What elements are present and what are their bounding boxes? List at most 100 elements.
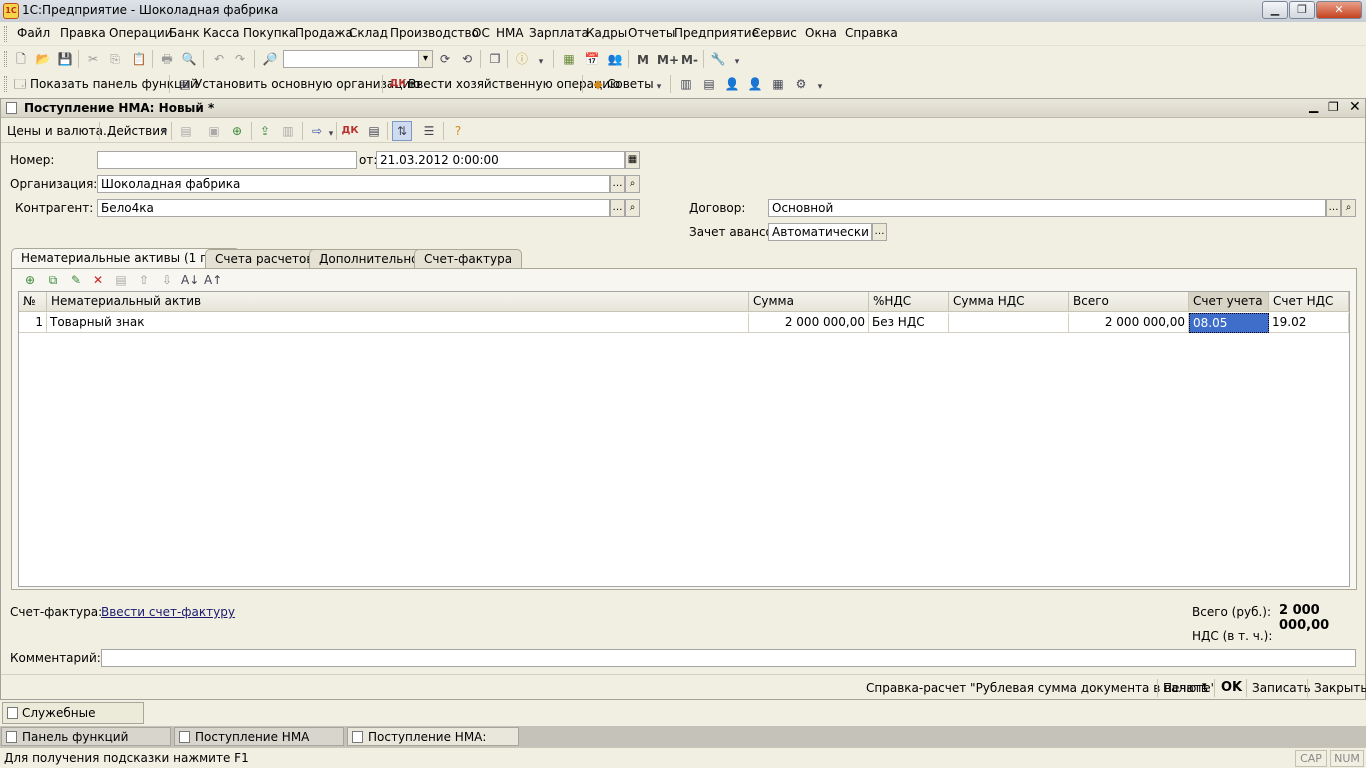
menu-grip[interactable] xyxy=(4,26,7,42)
col-total[interactable]: Всего xyxy=(1069,292,1189,312)
info-icon[interactable]: ⓘ xyxy=(513,50,531,68)
menu-hr[interactable]: Кадры xyxy=(586,26,627,40)
ok-button[interactable]: OK xyxy=(1221,680,1242,695)
save-button[interactable]: Записать xyxy=(1252,681,1311,695)
cell-vat-rate[interactable]: Без НДС xyxy=(869,313,949,333)
close-button[interactable]: Закрыть xyxy=(1314,681,1366,695)
delete-row-icon[interactable]: ✕ xyxy=(89,271,107,289)
contractors-icon[interactable]: 👤 xyxy=(746,75,764,93)
post-document-icon[interactable]: ▤ xyxy=(177,122,195,140)
minimize-window-button[interactable]: ▁ xyxy=(1262,1,1288,19)
advance-offset-select-button[interactable]: … xyxy=(872,223,887,241)
memory-plus-button[interactable]: M+ xyxy=(657,53,679,67)
open-folder-icon[interactable]: 📂 xyxy=(34,50,52,68)
tab-invoice[interactable]: Счет-фактура xyxy=(414,249,523,268)
date-field[interactable]: 21.03.2012 0:00:00 xyxy=(376,151,625,169)
contractor-search-icon[interactable]: ⌕ xyxy=(625,199,640,217)
users-icon[interactable]: 👥 xyxy=(606,50,624,68)
calendar-picker-icon[interactable]: ▦ xyxy=(625,151,640,169)
copy-icon[interactable]: ⎘ xyxy=(106,50,124,68)
menu-fixed-assets[interactable]: ОС xyxy=(472,26,490,40)
col-sum[interactable]: Сумма xyxy=(749,292,869,312)
menu-sales[interactable]: Продажа xyxy=(295,26,353,40)
calculator-icon[interactable]: ▦ xyxy=(560,50,578,68)
col-vat-sum[interactable]: Сумма НДС xyxy=(949,292,1069,312)
unpost-icon[interactable]: ▣ xyxy=(205,122,223,140)
settings-report-icon[interactable]: ⚙ xyxy=(792,75,810,93)
menu-salary[interactable]: Зарплата xyxy=(529,26,589,40)
balance-sheet-icon[interactable]: ▦ xyxy=(769,75,787,93)
cut-icon[interactable]: ✂ xyxy=(84,50,102,68)
employees-icon[interactable]: 👤 xyxy=(723,75,741,93)
task-intangible-receipts-list[interactable]: Поступление НМА xyxy=(174,727,344,746)
close-window-button[interactable]: ✕ xyxy=(1316,1,1362,19)
menu-intangibles[interactable]: НМА xyxy=(496,26,524,40)
find-icon[interactable]: 🔎 xyxy=(261,50,279,68)
tools-icon[interactable]: 🔧 xyxy=(709,50,727,68)
menu-windows[interactable]: Окна xyxy=(805,26,837,40)
tips-button[interactable]: Советы xyxy=(607,77,654,91)
task-intangible-receipt-new[interactable]: Поступление НМА: Новый * xyxy=(347,727,519,762)
cell-vat-account[interactable]: 19.02 xyxy=(1269,313,1349,333)
menu-file[interactable]: Файл xyxy=(17,26,50,40)
cell-vat-sum[interactable] xyxy=(949,313,1069,333)
sort-descending-icon[interactable]: A↑ xyxy=(204,271,222,289)
dt-kt-postings-icon[interactable]: ДК xyxy=(341,122,359,140)
col-number[interactable]: № xyxy=(19,292,47,312)
go-to-dropdown-icon[interactable]: ▾ xyxy=(322,125,340,143)
enter-invoice-link[interactable]: Ввести счет-фактуру xyxy=(101,605,235,619)
contractor-select-button[interactable]: … xyxy=(610,199,625,217)
doc-restore-button[interactable]: ❐ xyxy=(1328,100,1339,114)
sort-ascending-icon[interactable]: A↓ xyxy=(181,271,199,289)
journal-icon[interactable]: ▥ xyxy=(677,75,695,93)
menu-edit[interactable]: Правка xyxy=(60,26,106,40)
paste-icon[interactable]: 📋 xyxy=(130,50,148,68)
toolbar-grip[interactable] xyxy=(4,76,7,92)
menu-production[interactable]: Производство xyxy=(390,26,479,40)
copy-row-icon[interactable]: ⧉ xyxy=(44,271,62,289)
menu-help[interactable]: Справка xyxy=(845,26,898,40)
col-account[interactable]: Счет учета xyxy=(1189,292,1269,312)
end-edit-icon[interactable]: ▤ xyxy=(112,271,130,289)
enter-based-on-icon[interactable]: ⇪ xyxy=(256,122,274,140)
toolbar-grip[interactable] xyxy=(4,51,7,67)
tools-dropdown-icon[interactable]: ▾ xyxy=(728,53,746,71)
info-dropdown-icon[interactable]: ▾ xyxy=(532,53,550,71)
organization-field[interactable]: Шоколадная фабрика xyxy=(97,175,610,193)
calendar-icon[interactable]: 📅 xyxy=(583,50,601,68)
number-field[interactable] xyxy=(97,151,357,169)
edit-row-icon[interactable]: ✎ xyxy=(67,271,85,289)
menu-cash[interactable]: Касса xyxy=(203,26,239,40)
add-row-icon[interactable]: ⊕ xyxy=(21,271,39,289)
show-functions-panel-button[interactable]: Показать панель функций xyxy=(30,77,198,91)
col-asset[interactable]: Нематериальный актив xyxy=(47,292,749,312)
show-account-types-toggle[interactable]: ⇅ xyxy=(392,121,412,141)
menu-purchase[interactable]: Покупка xyxy=(243,26,296,40)
organization-search-icon[interactable]: ⌕ xyxy=(625,175,640,193)
menu-service[interactable]: Сервис xyxy=(752,26,797,40)
search-combo-input[interactable] xyxy=(283,50,421,68)
toolbar-more-dropdown-icon[interactable]: ▾ xyxy=(811,78,829,96)
tips-dropdown-icon[interactable]: ▾ xyxy=(650,78,668,96)
structure-icon[interactable]: ▥ xyxy=(279,122,297,140)
redo-icon[interactable]: ↷ xyxy=(231,50,249,68)
tab-additional[interactable]: Дополнительно xyxy=(309,249,429,268)
cell-sum[interactable]: 2 000 000,00 xyxy=(749,313,869,333)
contract-select-button[interactable]: … xyxy=(1326,199,1341,217)
search-combo-dropdown-icon[interactable]: ▾ xyxy=(418,50,433,68)
set-main-organization-button[interactable]: Установить основную организацию xyxy=(195,77,420,91)
memory-m-button[interactable]: M xyxy=(637,53,649,67)
cell-total[interactable]: 2 000 000,00 xyxy=(1069,313,1189,333)
intangible-assets-table[interactable]: № Нематериальный актив Сумма %НДС Сумма … xyxy=(18,291,1350,587)
cell-account[interactable]: 08.05 xyxy=(1189,313,1269,333)
col-vat-account[interactable]: Счет НДС xyxy=(1269,292,1349,312)
chart-of-accounts-icon[interactable]: ▤ xyxy=(700,75,718,93)
copy-document-icon[interactable]: ⊕ xyxy=(228,122,246,140)
document-report-icon[interactable]: ▤ xyxy=(365,122,383,140)
help-icon[interactable]: ? xyxy=(449,122,467,140)
memory-minus-button[interactable]: M- xyxy=(681,53,698,67)
tab-settlement-accounts[interactable]: Счета расчетов xyxy=(205,249,324,268)
service-messages-button[interactable]: Служебные сообщения xyxy=(2,702,144,740)
comment-field[interactable] xyxy=(101,649,1356,667)
maximize-window-button[interactable]: ❐ xyxy=(1289,1,1315,19)
